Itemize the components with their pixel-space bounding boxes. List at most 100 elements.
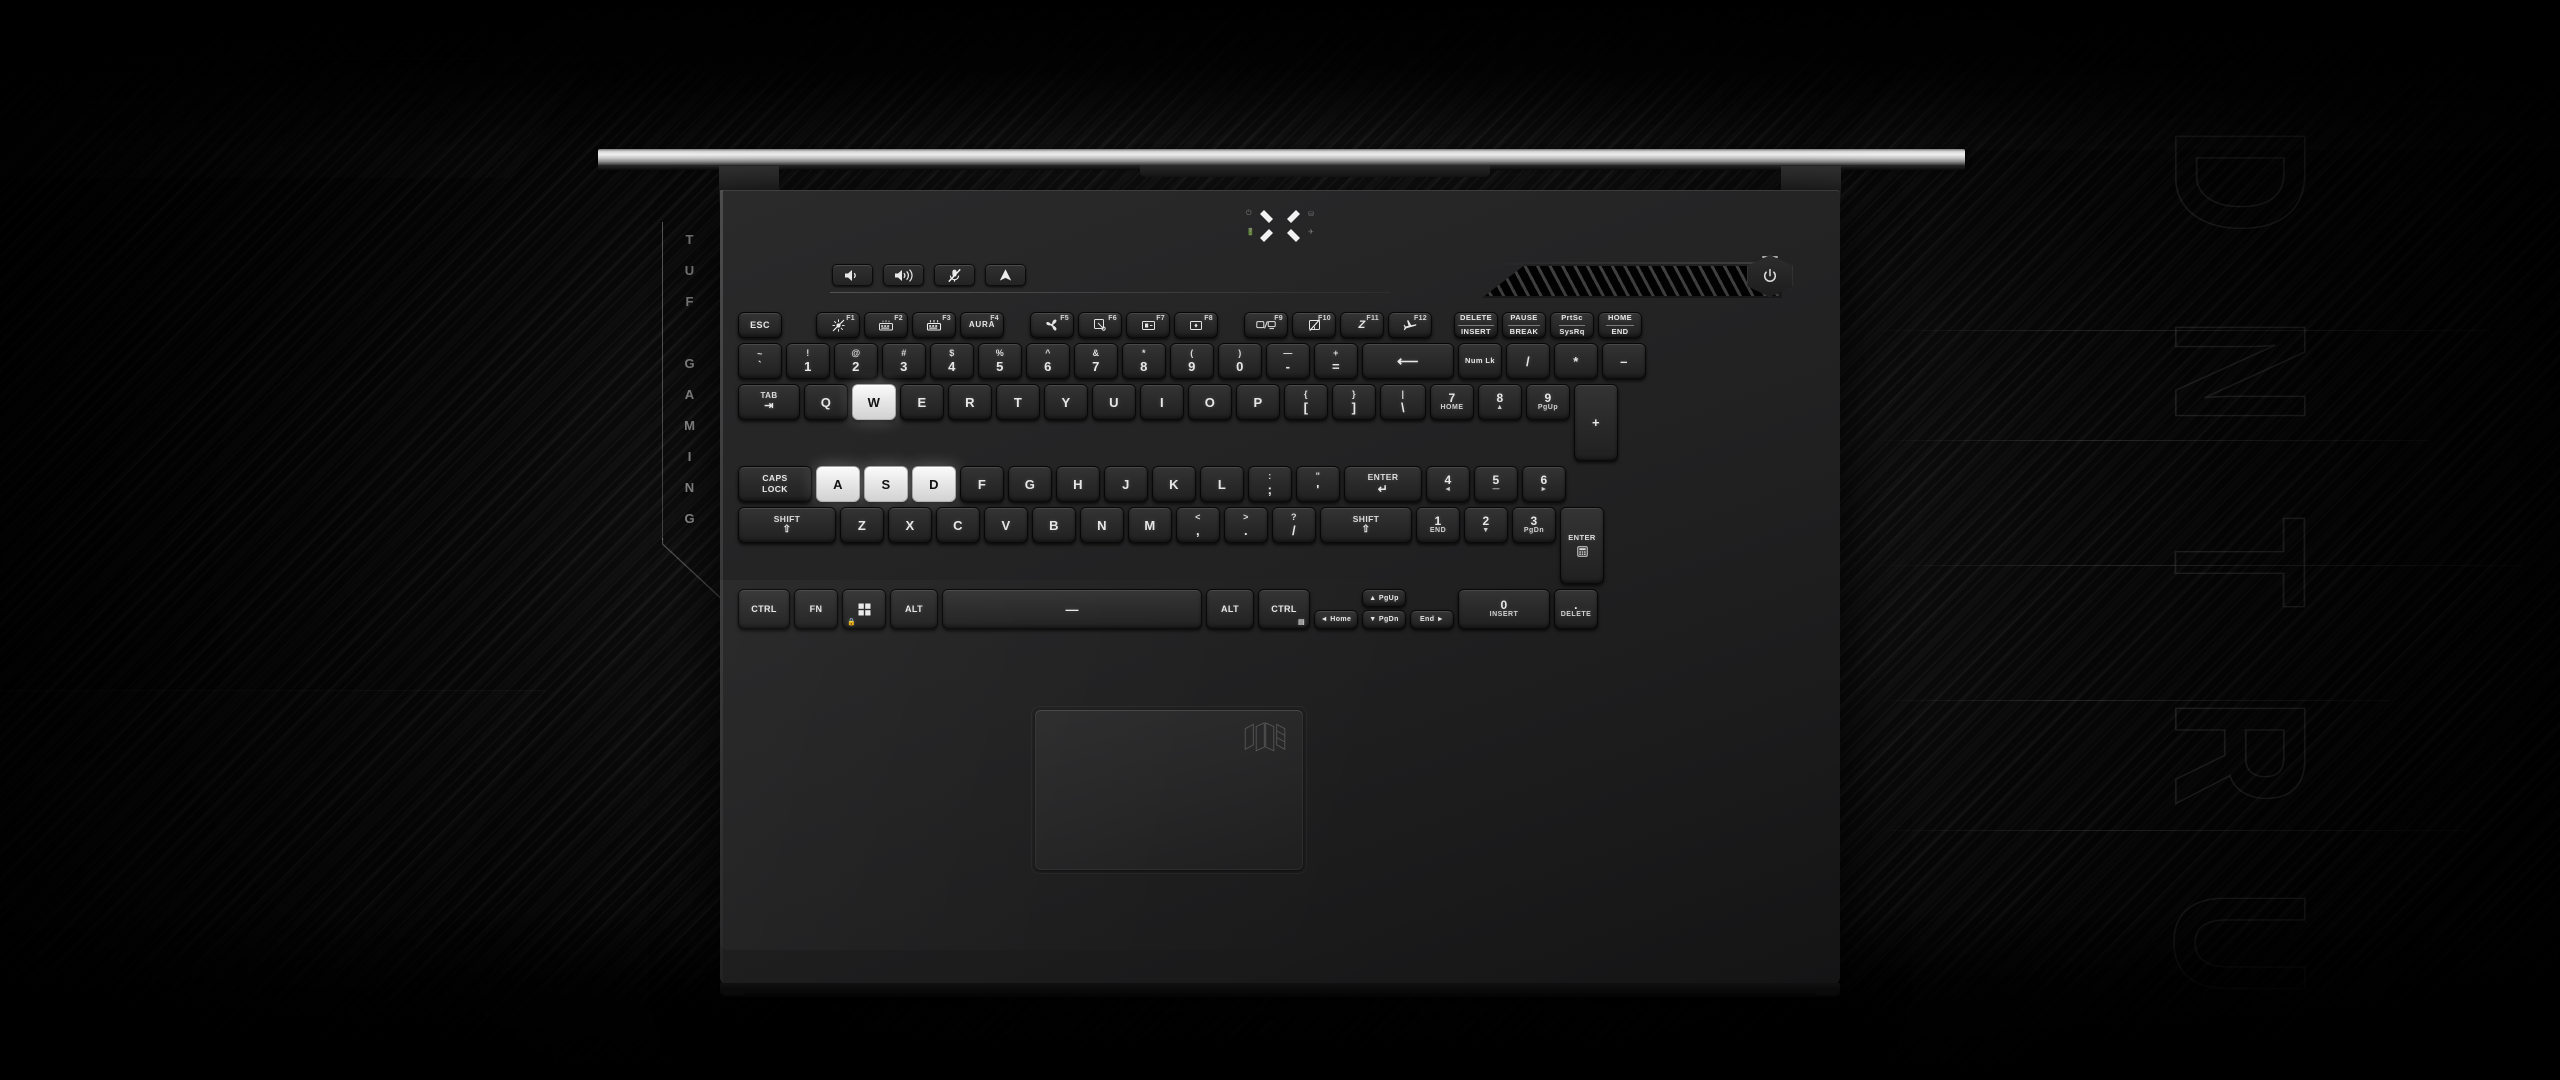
key-n[interactable]: N [1080,507,1124,543]
key-tab[interactable]: TAB ⇥ [738,384,800,420]
key-slash[interactable]: ? / [1272,507,1316,543]
key-numpad-3[interactable]: 3 PgDn [1512,507,1556,543]
key-3[interactable]: # 3 [882,343,926,379]
key-comma[interactable]: < , [1176,507,1220,543]
key-home-end[interactable]: HOME END [1598,312,1642,338]
key-i[interactable]: I [1140,384,1184,420]
key-y[interactable]: Y [1044,384,1088,420]
key-numpad-2[interactable]: 2 ▼ [1464,507,1508,543]
key-equals[interactable]: + = [1314,343,1358,379]
key-g[interactable]: G [1008,466,1052,502]
key-numpad-9[interactable]: 9 PgUp [1526,384,1570,420]
key-s[interactable]: S [864,466,908,502]
key-w[interactable]: W [852,384,896,420]
key-q[interactable]: Q [804,384,848,420]
key-f8[interactable]: F8 [1174,312,1218,338]
key-4[interactable]: $ 4 [930,343,974,379]
key-esc[interactable]: ESC [738,312,782,338]
key-numpad-plus[interactable]: + [1574,384,1618,461]
key-quote[interactable]: " ' [1296,466,1340,502]
key-alt-left[interactable]: ALT [890,589,938,629]
key-shift-left[interactable]: SHIFT ⇧ [738,507,836,543]
key-r[interactable]: R [948,384,992,420]
key-numpad-0[interactable]: 0 INSERT [1458,589,1550,629]
key-enter[interactable]: ENTER ↵ [1344,466,1422,502]
key-5[interactable]: % 5 [978,343,1022,379]
key-f12[interactable]: F12 [1388,312,1432,338]
key-e[interactable]: E [900,384,944,420]
key-7[interactable]: & 7 [1074,343,1118,379]
key-b[interactable]: B [1032,507,1076,543]
key-numpad-multiply[interactable]: * [1554,343,1598,379]
key-ctrl-right[interactable]: CTRL ▤ [1258,589,1310,629]
key-numpad-decimal[interactable]: . DELETE [1554,589,1598,629]
key-numpad-1[interactable]: 1 END [1416,507,1460,543]
key-d[interactable]: D [912,466,956,502]
key-prtsc-sysrq[interactable]: PrtSc SysRq [1550,312,1594,338]
key-k[interactable]: K [1152,466,1196,502]
armoury-crate-button[interactable] [985,264,1026,286]
key-h[interactable]: H [1056,466,1100,502]
key-f4-aura[interactable]: F4 AURA [960,312,1004,338]
key-shift-right[interactable]: SHIFT ⇧ [1320,507,1412,543]
key-pause-break[interactable]: PAUSE BREAK [1502,312,1546,338]
power-button[interactable] [1746,254,1794,298]
volume-down-button[interactable] [832,264,873,286]
key-a[interactable]: A [816,466,860,502]
key-f11[interactable]: F11 Z [1340,312,1384,338]
key-v[interactable]: V [984,507,1028,543]
key-l[interactable]: L [1200,466,1244,502]
key-x[interactable]: X [888,507,932,543]
key-1[interactable]: ! 1 [786,343,830,379]
key-t[interactable]: T [996,384,1040,420]
key-f5[interactable]: F5 [1030,312,1074,338]
key-u[interactable]: U [1092,384,1136,420]
key-m[interactable]: M [1128,507,1172,543]
key-space[interactable]: — [942,589,1202,629]
key-numlock[interactable]: Num Lk [1458,343,1502,379]
key-backspace[interactable]: ⟵ [1362,343,1454,379]
key-arrow-up[interactable]: ▲ PgUp [1362,589,1406,607]
key-capslock[interactable]: CAPS LOCK [738,466,812,502]
key-o[interactable]: O [1188,384,1232,420]
key-arrow-left[interactable]: ◄ Home [1314,610,1358,629]
key-numpad-subtract[interactable]: – [1602,343,1646,379]
key-p[interactable]: P [1236,384,1280,420]
key-numpad-7[interactable]: 7 HOME [1430,384,1474,420]
key-delete-insert[interactable]: DELETE INSERT [1454,312,1498,338]
key-numpad-6[interactable]: 6 ► [1522,466,1566,502]
key-fn[interactable]: FN [794,589,838,629]
touchpad[interactable] [1035,710,1303,870]
key-2[interactable]: @ 2 [834,343,878,379]
key-alt-right[interactable]: ALT [1206,589,1254,629]
key-numpad-4[interactable]: 4 ◄ [1426,466,1470,502]
key-windows[interactable]: 🔒 [842,589,886,629]
key-f[interactable]: F [960,466,1004,502]
key-numpad-5[interactable]: 5 — [1474,466,1518,502]
key-period[interactable]: > . [1224,507,1268,543]
key-c[interactable]: C [936,507,980,543]
key-z[interactable]: Z [840,507,884,543]
key-minus[interactable]: — - [1266,343,1310,379]
key-f7[interactable]: F7 [1126,312,1170,338]
key-numpad-enter[interactable]: ENTER [1560,507,1604,584]
key-f3[interactable]: F3 [912,312,956,338]
key-f10[interactable]: F10 [1292,312,1336,338]
key-j[interactable]: J [1104,466,1148,502]
key-ctrl-left[interactable]: CTRL [738,589,790,629]
key-backslash[interactable]: | \ [1380,384,1426,420]
key-f9[interactable]: F9 [1244,312,1288,338]
key-f2[interactable]: F2 [864,312,908,338]
volume-up-button[interactable] [883,264,924,286]
key-9[interactable]: ( 9 [1170,343,1214,379]
key-numpad-divide[interactable]: / [1506,343,1550,379]
key-8[interactable]: * 8 [1122,343,1166,379]
key-backtick[interactable]: ~ ` [738,343,782,379]
mic-mute-button[interactable] [934,264,975,286]
key-numpad-8[interactable]: 8 ▲ [1478,384,1522,420]
key-f6[interactable]: F6 [1078,312,1122,338]
key-f1[interactable]: F1 [816,312,860,338]
key-bracket-left[interactable]: { [ [1284,384,1328,420]
key-bracket-right[interactable]: } ] [1332,384,1376,420]
key-semicolon[interactable]: : ; [1248,466,1292,502]
